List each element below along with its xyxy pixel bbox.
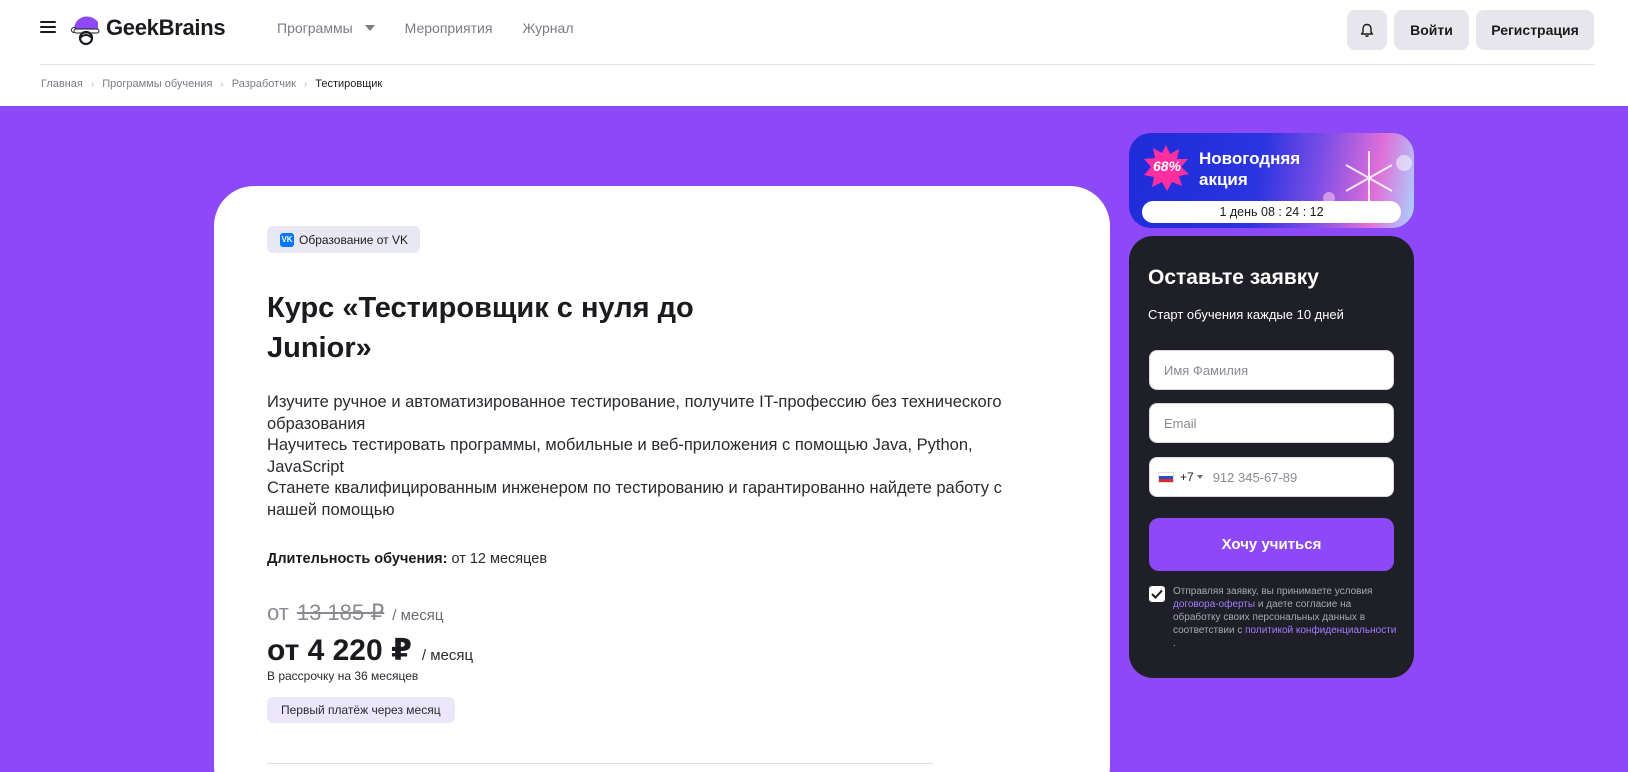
logo-text: GeekBrains (106, 15, 226, 40)
form-title: Оставьте заявку (1148, 266, 1319, 289)
login-button[interactable]: Войти (1394, 10, 1469, 50)
breadcrumb-separator: › (303, 78, 308, 90)
notifications-button[interactable] (1347, 10, 1387, 50)
old-price-period: / месяц (392, 607, 444, 624)
phone-field[interactable]: +7 912 345-67-89 (1149, 457, 1394, 497)
course-duration: Длительность обучения: от 12 месяцев (267, 551, 547, 567)
consent-end: . (1173, 638, 1176, 649)
site-header: GeekBrains Программы Мероприятия Журнал … (0, 0, 1628, 65)
promo-countdown: 1 день 08 : 24 : 12 (1142, 201, 1401, 223)
privacy-policy-link[interactable]: политикой конфиденциальности (1245, 625, 1396, 636)
check-icon (1151, 589, 1163, 599)
consent-checkbox[interactable] (1149, 586, 1165, 602)
old-price: от 13 185 ₽ / месяц (267, 600, 443, 626)
description-line: Научитесь тестировать программы, мобильн… (267, 436, 973, 476)
duration-label: Длительность обучения: (267, 551, 448, 567)
main-nav: Программы Мероприятия Журнал (277, 20, 574, 36)
vk-badge-label: Образование от VK (299, 232, 408, 247)
logo[interactable]: GeekBrains (68, 6, 226, 50)
menu-icon[interactable] (40, 21, 56, 35)
nav-journal-label: Журнал (522, 20, 574, 36)
card-divider (267, 763, 933, 764)
promo-title-line1: Новогодняя (1199, 149, 1301, 168)
consent-part1: Отправляя заявку, вы принимаете условия (1173, 586, 1373, 597)
bell-icon (1360, 23, 1374, 37)
nav-journal[interactable]: Журнал (522, 20, 573, 36)
duration-value: от 12 месяцев (451, 551, 548, 567)
new-price: от 4 220 ₽ / месяц (267, 633, 473, 668)
breadcrumb-separator: › (220, 78, 224, 90)
breadcrumb-programs[interactable]: Программы обучения (102, 78, 212, 90)
consent-row: Отправляя заявку, вы принимаете условия … (1149, 585, 1399, 650)
form-subtitle: Старт обучения каждые 10 дней (1148, 307, 1344, 322)
nav-programs-label: Программы (277, 20, 353, 36)
application-form: Оставьте заявку Старт обучения каждые 10… (1129, 236, 1414, 678)
offer-agreement-link[interactable]: договора-оферты (1173, 599, 1255, 610)
breadcrumb-separator: › (90, 78, 95, 90)
course-card: VK Образование от VK Курс «Тестировщик с… (214, 186, 1110, 772)
old-price-value: 13 185 ₽ (296, 600, 385, 625)
nav-events-label: Мероприятия (404, 20, 493, 36)
new-price-value: от 4 220 ₽ (267, 634, 412, 667)
header-divider (40, 64, 1595, 65)
new-price-period: / месяц (421, 647, 474, 664)
email-field[interactable]: Email (1149, 403, 1394, 443)
name-field[interactable]: Имя Фамилия (1149, 350, 1394, 390)
consent-text: Отправляя заявку, вы принимаете условия … (1173, 585, 1399, 650)
russia-flag-icon[interactable] (1158, 471, 1174, 483)
course-description: Изучите ручное и автоматизированное тест… (267, 392, 1047, 521)
nav-events[interactable]: Мероприятия (405, 20, 493, 36)
logo-icon (71, 16, 100, 46)
breadcrumb-developer[interactable]: Разработчик (232, 78, 296, 90)
description-line: Станете квалифицированным инженером по т… (267, 479, 1002, 519)
chevron-down-icon (364, 25, 375, 31)
description-line: Изучите ручное и автоматизированное тест… (267, 393, 1002, 433)
register-button[interactable]: Регистрация (1476, 10, 1594, 50)
promo-title: Новогодняя акция (1199, 148, 1300, 190)
new-year-promo-banner[interactable]: 68% Новогодняя акция 1 день 08 : 24 : 12 (1129, 133, 1414, 228)
phone-country-code[interactable]: +7 (1180, 470, 1194, 484)
promo-title-line2: акция (1199, 170, 1248, 189)
breadcrumb-home[interactable]: Главная (41, 78, 83, 90)
nav-programs[interactable]: Программы (277, 20, 375, 36)
old-price-prefix: от (267, 600, 289, 625)
submit-button[interactable]: Хочу учиться (1149, 518, 1394, 571)
phone-placeholder: 912 345-67-89 (1212, 469, 1298, 485)
first-payment-badge: Первый платёж через месяц (267, 697, 455, 723)
vk-education-badge: VK Образование от VK (267, 226, 420, 253)
chevron-down-icon[interactable] (1196, 475, 1203, 479)
breadcrumb-current: Тестировщик (315, 78, 383, 90)
promo-discount: 68% (1152, 158, 1182, 174)
installment-text: В рассрочку на 36 месяцев (267, 669, 419, 683)
breadcrumb: Главная › Программы обучения › Разработч… (41, 78, 382, 90)
vk-icon: VK (280, 232, 294, 247)
page-title: Курс «Тестировщик с нуля до Junior» (267, 292, 694, 364)
